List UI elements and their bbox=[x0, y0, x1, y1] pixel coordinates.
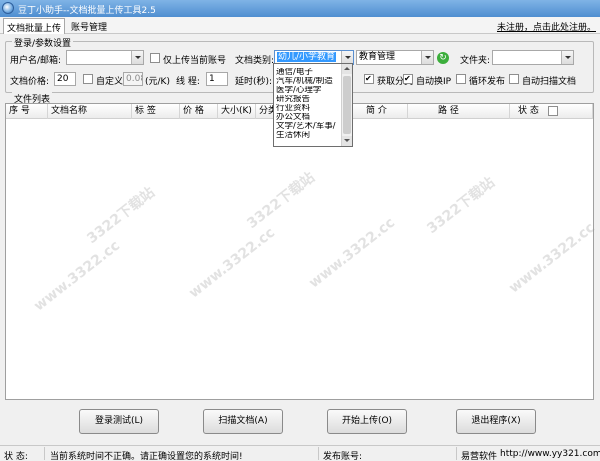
refresh-icon[interactable]: ↻ bbox=[437, 52, 449, 64]
get-category-checkbox[interactable] bbox=[364, 74, 374, 84]
folder-combo[interactable] bbox=[492, 50, 574, 65]
dropdown-option[interactable]: 通信/电子 bbox=[276, 68, 342, 77]
subcategory-combo[interactable]: 教育管理 bbox=[356, 50, 434, 65]
folder-label: 文件夹: bbox=[460, 56, 491, 66]
category-value: 幼儿/小学教育 bbox=[277, 52, 337, 62]
column-header-path[interactable]: 路 径 bbox=[408, 104, 510, 119]
column-header-name[interactable]: 文档名称 bbox=[48, 104, 132, 119]
only-current-account-checkbox[interactable] bbox=[150, 53, 160, 63]
dropdown-scrollbar[interactable] bbox=[341, 64, 352, 146]
auto-switch-ip-checkbox[interactable] bbox=[403, 74, 413, 84]
column-header-price[interactable]: 价 格 bbox=[180, 104, 218, 119]
category-label: 文档类别: bbox=[235, 56, 275, 66]
column-header-status[interactable]: 状 态 bbox=[510, 104, 593, 119]
status-separator bbox=[318, 447, 319, 460]
tab-batch-upload[interactable]: 文档批量上传 bbox=[3, 18, 66, 34]
dropdown-option[interactable]: 汽车/机械/制造 bbox=[276, 77, 342, 86]
custom-price-checkbox[interactable] bbox=[83, 74, 93, 84]
loop-publish-label: 循环发布 bbox=[469, 77, 506, 87]
column-header-index[interactable]: 序 号 bbox=[6, 104, 48, 119]
settings-legend: 登录/参数设置 bbox=[12, 36, 74, 49]
app-icon bbox=[2, 2, 14, 14]
scroll-down-icon[interactable] bbox=[342, 136, 352, 146]
auto-scan-checkbox[interactable] bbox=[509, 74, 519, 84]
delay-label: 延时(秒): bbox=[235, 77, 273, 87]
title-bar: 豆丁小助手--文档批量上传工具2.5 bbox=[0, 0, 600, 17]
threads-label: 线 程: bbox=[176, 77, 200, 87]
subcategory-value: 教育管理 bbox=[359, 52, 396, 62]
status-message: 当前系统时间不正确。请正确设置您的系统时间! bbox=[50, 452, 243, 461]
loop-publish-checkbox[interactable] bbox=[456, 74, 466, 84]
price-label: 文档价格: bbox=[10, 77, 50, 87]
custom-label: 自定义 bbox=[96, 77, 124, 87]
category-dropdown-list[interactable]: 通信/电子 汽车/机械/制造 医学/心理学 研究报告 行业资料 办公文档 文学/… bbox=[273, 63, 353, 147]
dropdown-option[interactable]: 医学/心理学 bbox=[276, 86, 342, 95]
dropdown-option[interactable]: 研究报告 bbox=[276, 95, 342, 104]
vendor-name: 易营软件 bbox=[461, 452, 498, 461]
custom-price-input[interactable]: 0.08 bbox=[123, 72, 143, 86]
window-title: 豆丁小助手--文档批量上传工具2.5 bbox=[18, 6, 156, 16]
threads-input[interactable]: 1 bbox=[206, 72, 228, 86]
status-separator bbox=[44, 447, 45, 460]
column-header-tags[interactable]: 标 签 bbox=[132, 104, 180, 119]
scroll-up-icon[interactable] bbox=[342, 64, 352, 74]
register-link[interactable]: 未注册，点击此处注册。 bbox=[497, 20, 596, 33]
chevron-down-icon[interactable] bbox=[561, 51, 573, 64]
dropdown-option[interactable]: 行业资料 bbox=[276, 104, 342, 113]
vendor-url[interactable]: http://www.yy321.com bbox=[500, 449, 600, 459]
scroll-thumb[interactable] bbox=[343, 76, 351, 134]
status-bar: 状 态: 当前系统时间不正确。请正确设置您的系统时间! 发布账号: 易营软件 h… bbox=[0, 445, 600, 461]
status-header-label: 状 态 bbox=[518, 106, 539, 116]
username-combo[interactable] bbox=[66, 50, 144, 65]
column-header-size[interactable]: 大小(K) bbox=[218, 104, 256, 119]
unit-label: (元/K) bbox=[145, 77, 170, 87]
only-current-account-label: 仅上传当前账号 bbox=[163, 56, 227, 66]
username-label: 用户名/邮箱: bbox=[10, 56, 62, 66]
dropdown-option[interactable]: 办公文档 bbox=[276, 113, 342, 122]
auto-switch-ip-label: 自动换IP bbox=[416, 77, 452, 87]
tab-account-management[interactable]: 账号管理 bbox=[68, 18, 110, 34]
start-upload-button[interactable]: 开始上传(O) bbox=[327, 409, 407, 434]
chevron-down-icon[interactable] bbox=[131, 51, 143, 64]
status-separator bbox=[456, 447, 457, 460]
status-label: 状 态: bbox=[4, 452, 28, 461]
dropdown-option[interactable]: 生活休闲 bbox=[276, 131, 342, 140]
login-test-button[interactable]: 登录测试(L) bbox=[79, 409, 159, 434]
publish-account-label: 发布账号: bbox=[323, 452, 363, 461]
auto-scan-label: 自动扫描文档 bbox=[522, 77, 577, 87]
price-input[interactable]: 20 bbox=[54, 72, 76, 86]
chevron-down-icon[interactable] bbox=[421, 51, 433, 64]
dropdown-option[interactable]: 文学/艺术/军事/ bbox=[276, 122, 342, 131]
select-all-checkbox[interactable] bbox=[548, 106, 558, 116]
menu-bar: 文档批量上传 账号管理 未注册，点击此处注册。 bbox=[0, 17, 600, 34]
scan-docs-button[interactable]: 扫描文档(A) bbox=[203, 409, 283, 434]
exit-button[interactable]: 退出程序(X) bbox=[456, 409, 536, 434]
